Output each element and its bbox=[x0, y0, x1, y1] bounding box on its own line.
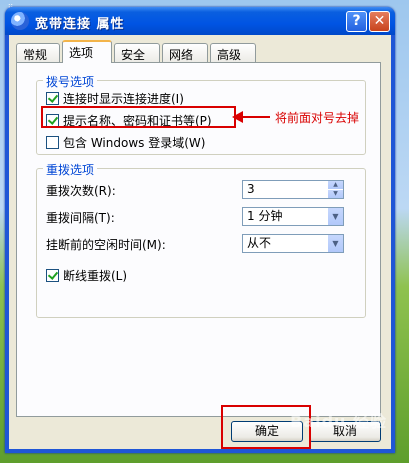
include-domain-label: 包含 Windows 登录域(W) bbox=[63, 136, 206, 150]
idle-hangup-label: 挂断前的空闲时间(M): bbox=[46, 238, 166, 252]
redial-interval-select[interactable]: 1 分钟 ▼ bbox=[242, 207, 344, 226]
chevron-down-icon[interactable]: ▼ bbox=[327, 208, 343, 225]
dialog-client-area: 常规 选项 安全 网络 高级 拨号选项 连接时显示连接进度(I) 提示名称、密码… bbox=[9, 35, 391, 449]
tab-security[interactable]: 安全 bbox=[114, 43, 160, 62]
redial-interval-label: 重拨间隔(T): bbox=[46, 211, 115, 225]
tab-general[interactable]: 常规 bbox=[16, 43, 60, 62]
redial-on-drop-checkbox[interactable]: 断线重拨(L) bbox=[46, 267, 127, 284]
include-domain-checkbox[interactable]: 包含 Windows 登录域(W) bbox=[46, 134, 205, 151]
redial-interval-value: 1 分钟 bbox=[247, 209, 283, 223]
properties-dialog: 宽带连接 属性 ? ✕ 常规 选项 安全 网络 高级 拨号选项 连接时显示连接进… bbox=[5, 7, 395, 453]
help-button[interactable]: ? bbox=[346, 11, 367, 32]
annotation-highlight-box bbox=[41, 106, 236, 128]
close-button[interactable]: ✕ bbox=[369, 11, 390, 32]
idle-hangup-select[interactable]: 从不 ▼ bbox=[242, 234, 344, 253]
redial-count-label: 重拨次数(R): bbox=[46, 184, 116, 198]
watermark-text: Baidu 经验 bbox=[290, 412, 387, 431]
idle-hangup-value: 从不 bbox=[247, 236, 272, 250]
window-title: 宽带连接 属性 bbox=[35, 17, 125, 32]
annotation-arrow-icon bbox=[232, 111, 270, 123]
redial-count-spinner[interactable]: 3 ▲ ▼ bbox=[242, 180, 344, 199]
redial-count-value: 3 bbox=[247, 182, 255, 196]
checkbox-unchecked-icon bbox=[46, 136, 59, 149]
redial-options-group: 重拨选项 重拨次数(R): 3 ▲ ▼ 重拨间隔(T): 1 分钟 ▼ 挂断前的… bbox=[36, 161, 366, 318]
show-progress-checkbox[interactable]: 连接时显示连接进度(I) bbox=[46, 90, 184, 107]
redial-on-drop-label: 断线重拨(L) bbox=[63, 269, 128, 283]
tab-network[interactable]: 网络 bbox=[162, 43, 208, 62]
network-connection-icon bbox=[11, 12, 29, 30]
title-bar[interactable]: 宽带连接 属性 ? ✕ bbox=[5, 7, 395, 35]
dial-options-title: 拨号选项 bbox=[43, 73, 98, 90]
tab-advanced[interactable]: 高级 bbox=[210, 43, 256, 62]
spin-up-icon[interactable]: ▲ bbox=[328, 181, 343, 189]
checkbox-checked-icon bbox=[46, 92, 59, 105]
spin-down-icon[interactable]: ▼ bbox=[328, 190, 343, 198]
tab-options[interactable]: 选项 bbox=[62, 40, 112, 63]
annotation-text: 将前面对号去掉 bbox=[275, 111, 360, 125]
redial-options-title: 重拨选项 bbox=[43, 161, 98, 178]
checkbox-checked-icon bbox=[46, 269, 59, 282]
show-progress-label: 连接时显示连接进度(I) bbox=[63, 92, 184, 106]
chevron-down-icon[interactable]: ▼ bbox=[327, 235, 343, 252]
